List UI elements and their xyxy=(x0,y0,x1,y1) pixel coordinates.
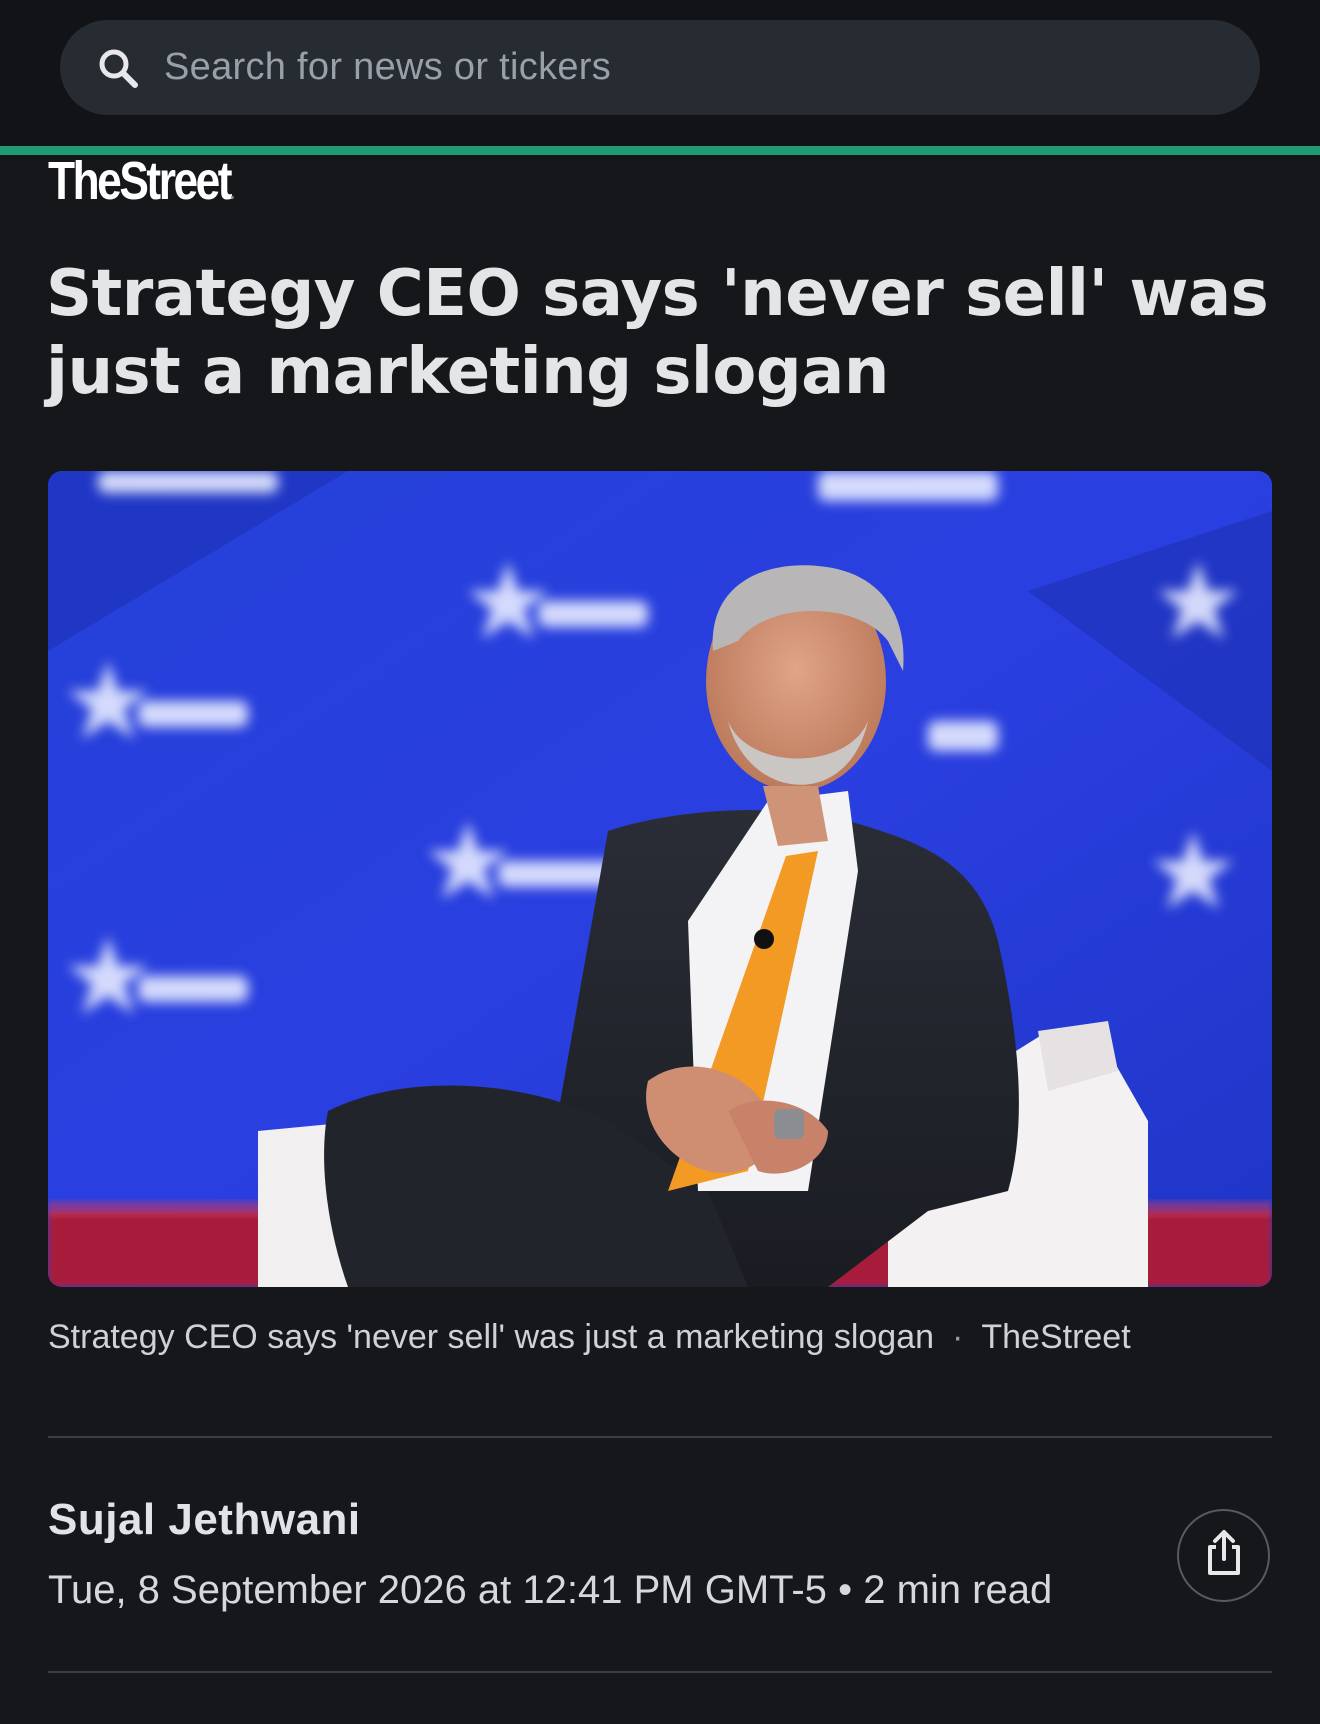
publisher-logo[interactable]: TheStreet. xyxy=(48,150,235,211)
divider-bottom xyxy=(48,1671,1272,1673)
search-input[interactable]: Search for news or tickers xyxy=(164,46,611,89)
publish-date: Tue, 8 September 2026 at 12:41 PM GMT-5 xyxy=(48,1568,827,1612)
top-bar: Search for news or tickers xyxy=(0,0,1320,150)
share-icon xyxy=(1202,1529,1246,1582)
caption-source: TheStreet xyxy=(981,1318,1131,1356)
caption-separator: · xyxy=(952,1318,964,1356)
hero-image[interactable] xyxy=(48,471,1272,1287)
article-headline: Strategy CEO says 'never sell' was just … xyxy=(46,257,1269,409)
author-name[interactable]: Sujal Jethwani xyxy=(48,1495,361,1545)
publisher-logo-text: TheStreet xyxy=(48,151,233,211)
share-button[interactable] xyxy=(1177,1509,1270,1602)
divider-top xyxy=(48,1436,1272,1438)
search-icon xyxy=(96,46,140,90)
search-bar[interactable]: Search for news or tickers xyxy=(60,20,1260,115)
image-caption: Strategy CEO says 'never sell' was just … xyxy=(48,1318,1278,1357)
read-time: 2 min read xyxy=(863,1568,1053,1612)
article-meta: Tue, 8 September 2026 at 12:41 PM GMT-5 … xyxy=(48,1568,1052,1613)
meta-separator: • xyxy=(838,1568,853,1612)
caption-text: Strategy CEO says 'never sell' was just … xyxy=(48,1318,935,1356)
